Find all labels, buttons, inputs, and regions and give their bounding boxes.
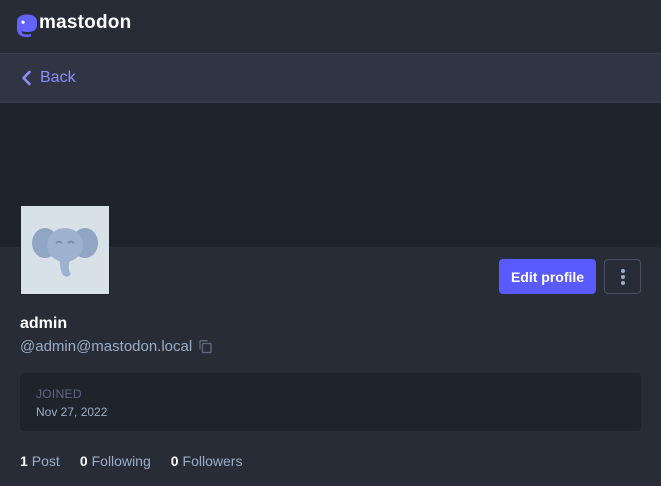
chevron-left-icon <box>22 70 31 86</box>
column-back-bar: Back <box>0 54 661 103</box>
joined-label: JOINED <box>36 387 82 401</box>
posts-label: Post <box>31 453 60 469</box>
account-handle-text: @admin@mastodon.local <box>20 338 193 355</box>
following-label: Following <box>91 453 151 469</box>
back-label: Back <box>40 69 76 86</box>
posts-count: 1 <box>20 453 28 469</box>
profile-display-name: admin <box>20 315 68 332</box>
back-button[interactable]: Back <box>20 54 76 102</box>
avatar[interactable] <box>20 205 110 295</box>
top-bar: mastodon <box>0 0 661 54</box>
joined-date: Nov 27, 2022 <box>36 405 108 419</box>
app-name: mastodon <box>39 12 132 33</box>
following-count: 0 <box>79 453 88 469</box>
copy-icon[interactable] <box>198 339 213 354</box>
stat-followers[interactable]: 0 Followers <box>171 453 243 469</box>
mastodon-logo-icon <box>17 14 37 38</box>
elephant-avatar-icon <box>32 228 98 277</box>
profile-account-handle: @admin@mastodon.local <box>20 338 213 355</box>
followers-label: Followers <box>182 453 243 469</box>
stat-following[interactable]: 0 Following <box>80 453 151 469</box>
mastodon-logo[interactable]: mastodon <box>14 12 132 39</box>
edit-profile-button[interactable]: Edit profile <box>499 259 596 294</box>
vertical-ellipsis-icon <box>620 268 625 285</box>
profile-stats: 1 Post 0 Following 0 Followers <box>20 453 262 469</box>
more-options-button[interactable] <box>604 259 641 294</box>
joined-info-box: JOINED Nov 27, 2022 <box>20 373 641 431</box>
followers-count: 0 <box>170 453 179 469</box>
stat-posts[interactable]: 1 Post <box>20 453 60 469</box>
